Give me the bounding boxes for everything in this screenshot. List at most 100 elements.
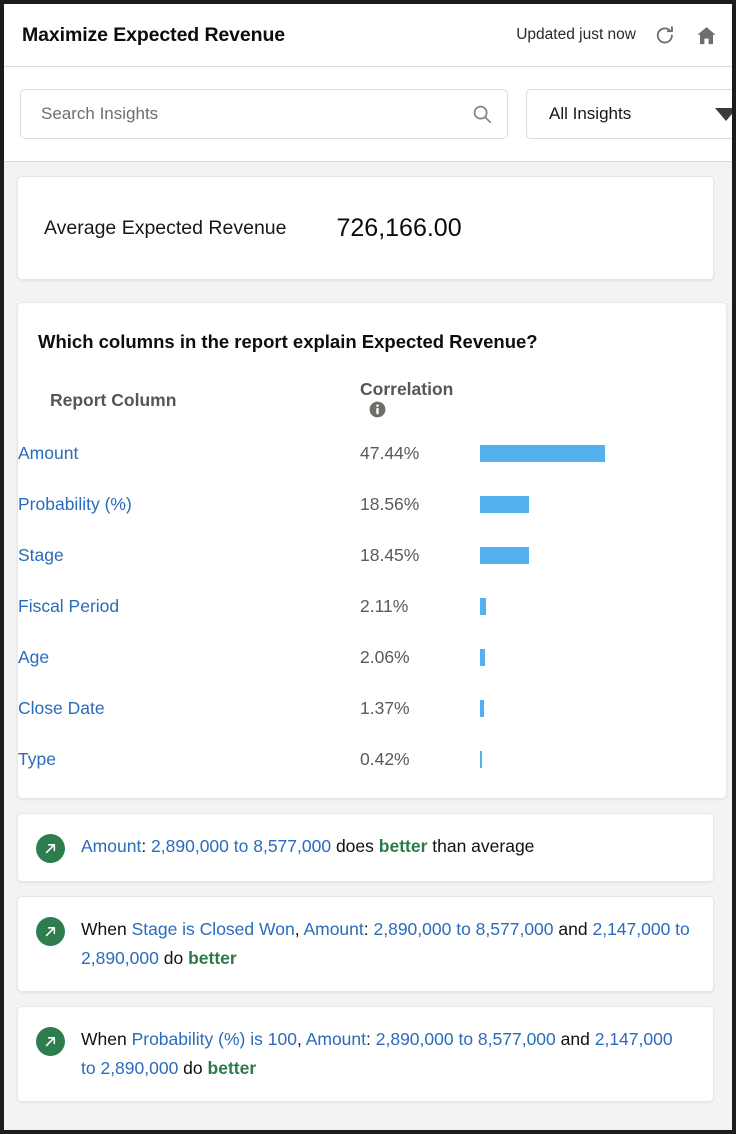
- insight-plain-text: When: [81, 1029, 132, 1049]
- arrow-up-right-icon: [36, 1027, 65, 1056]
- insight-text: When Probability (%) is 100, Amount: 2,8…: [81, 1025, 691, 1083]
- correlation-table: Report Column Correlation Amount 47.44% Pr…: [18, 379, 726, 774]
- correlation-title: Which columns in the report explain Expe…: [38, 331, 538, 352]
- header-actions: Updated just now: [516, 23, 718, 47]
- metric-value: 726,166.00: [336, 213, 462, 242]
- column-header-correlation-label: Correlation: [360, 379, 454, 399]
- insight-link[interactable]: Amount: [81, 836, 141, 856]
- table-row: Probability (%) 18.56%: [18, 494, 726, 545]
- insight-link[interactable]: Amount: [303, 919, 363, 939]
- correlation-bar: [480, 496, 529, 513]
- report-column-link[interactable]: Age: [18, 647, 49, 667]
- insight-positive-word: better: [207, 1058, 257, 1078]
- report-column-cell: Amount: [18, 443, 360, 494]
- insight-plain-text: :: [141, 836, 152, 856]
- table-row: Amount 47.44%: [18, 443, 726, 494]
- table-row: Fiscal Period 2.11%: [18, 596, 726, 647]
- correlation-value-cell: 0.42%: [360, 749, 410, 769]
- correlation-value-cell: 47.44%: [360, 443, 420, 463]
- insight-positive-word: better: [378, 836, 428, 856]
- insight-card[interactable]: When Stage is Closed Won, Amount: 2,890,…: [17, 896, 714, 992]
- insight-card[interactable]: Amount: 2,890,000 to 8,577,000 does bett…: [17, 813, 714, 882]
- page-title: Maximize Expected Revenue: [22, 23, 286, 46]
- insight-filter-label: All Insights: [549, 104, 632, 123]
- insight-text: Amount: 2,890,000 to 8,577,000 does bett…: [81, 832, 534, 861]
- report-column-link[interactable]: Probability (%): [18, 494, 132, 514]
- insight-plain-text: do: [158, 948, 189, 968]
- correlation-bar-cell: [480, 647, 726, 698]
- updated-status: Updated just now: [516, 26, 636, 43]
- correlation-value-cell: 1.37%: [360, 698, 410, 718]
- insight-plain-text: ,: [296, 1029, 306, 1049]
- report-column-cell: Type: [18, 749, 360, 774]
- insight-link[interactable]: 2,890,000 to 8,577,000: [376, 1029, 556, 1049]
- correlation-bar: [480, 547, 529, 564]
- refresh-icon[interactable]: [653, 23, 677, 47]
- search-input[interactable]: [39, 103, 465, 125]
- correlation-bar-cell: [480, 494, 726, 545]
- app-viewport: Maximize Expected Revenue Updated just n…: [4, 4, 732, 1130]
- report-column-cell: Fiscal Period: [18, 596, 360, 647]
- insight-link[interactable]: 2,890,000 to 8,577,000: [151, 836, 331, 856]
- correlation-bar-cell: [480, 698, 726, 749]
- info-icon[interactable]: [368, 400, 387, 419]
- insight-link[interactable]: 2,890,000 to 8,577,000: [374, 919, 554, 939]
- correlation-bar-cell: [480, 596, 726, 647]
- metric-label: Average Expected Revenue: [44, 216, 287, 239]
- insight-filter-dropdown[interactable]: All Insights: [526, 89, 732, 139]
- correlation-value-cell: 18.45%: [360, 545, 420, 565]
- insight-positive-word: better: [188, 948, 237, 968]
- report-column-cell: Close Date: [18, 698, 360, 749]
- correlation-bar-cell: [480, 443, 726, 494]
- correlation-value-cell: 2.06%: [360, 647, 410, 667]
- insight-text: When Stage is Closed Won, Amount: 2,890,…: [81, 915, 691, 973]
- search-icon[interactable]: [471, 103, 493, 125]
- window-frame: Maximize Expected Revenue Updated just n…: [0, 0, 736, 1134]
- correlation-card: Which columns in the report explain Expe…: [17, 302, 727, 799]
- correlation-bar: [480, 751, 482, 768]
- insight-plain-text: :: [366, 1029, 376, 1049]
- arrow-up-right-icon: [36, 917, 65, 946]
- insight-plain-text: When: [81, 919, 132, 939]
- table-header-row: Report Column Correlation: [18, 379, 726, 443]
- correlation-bar: [480, 598, 486, 615]
- insight-plain-text: do: [178, 1058, 208, 1078]
- insight-link[interactable]: Amount: [306, 1029, 366, 1049]
- report-column-cell: Stage: [18, 545, 360, 596]
- insight-plain-text: and: [555, 1029, 595, 1049]
- insight-plain-text: :: [363, 919, 374, 939]
- average-metric-card: Average Expected Revenue 726,166.00: [17, 176, 714, 280]
- insight-plain-text: than average: [427, 836, 535, 856]
- correlation-value-cell: 2.11%: [360, 596, 409, 616]
- report-column-link[interactable]: Type: [18, 749, 56, 769]
- correlation-bar: [480, 649, 486, 666]
- report-column-link[interactable]: Amount: [18, 443, 78, 463]
- correlation-table-body: Amount 47.44% Probability (%) 18.56% Stage 18…: [18, 443, 726, 774]
- insight-plain-text: and: [553, 919, 593, 939]
- report-column-link[interactable]: Fiscal Period: [18, 596, 119, 616]
- correlation-value-cell: 18.56%: [360, 494, 420, 514]
- report-column-cell: Age: [18, 647, 360, 698]
- insight-card[interactable]: When Probability (%) is 100, Amount: 2,8…: [17, 1006, 714, 1102]
- filter-bar: All Insights: [4, 67, 732, 162]
- search-box[interactable]: [20, 89, 508, 139]
- insight-plain-text: does: [331, 836, 379, 856]
- report-column-link[interactable]: Close Date: [18, 698, 105, 718]
- column-header-report-column: Report Column: [50, 389, 177, 410]
- chevron-down-icon[interactable]: [715, 107, 732, 121]
- correlation-bar: [480, 700, 484, 717]
- insight-link[interactable]: Stage is Closed Won: [132, 919, 295, 939]
- arrow-up-right-icon: [36, 834, 65, 863]
- correlation-bar-cell: [480, 545, 726, 596]
- column-header-bar: [480, 379, 726, 443]
- table-row: Type 0.42%: [18, 749, 726, 774]
- insight-link[interactable]: Probability (%) is 100: [132, 1029, 297, 1049]
- insight-card-list: Amount: 2,890,000 to 8,577,000 does bett…: [17, 813, 732, 1102]
- app-header: Maximize Expected Revenue Updated just n…: [4, 4, 732, 67]
- report-column-link[interactable]: Stage: [18, 545, 64, 565]
- home-icon[interactable]: [694, 23, 718, 47]
- insights-content: Average Expected Revenue 726,166.00 Whic…: [4, 162, 732, 1128]
- table-row: Age 2.06%: [18, 647, 726, 698]
- table-row: Stage 18.45%: [18, 545, 726, 596]
- report-column-cell: Probability (%): [18, 494, 360, 545]
